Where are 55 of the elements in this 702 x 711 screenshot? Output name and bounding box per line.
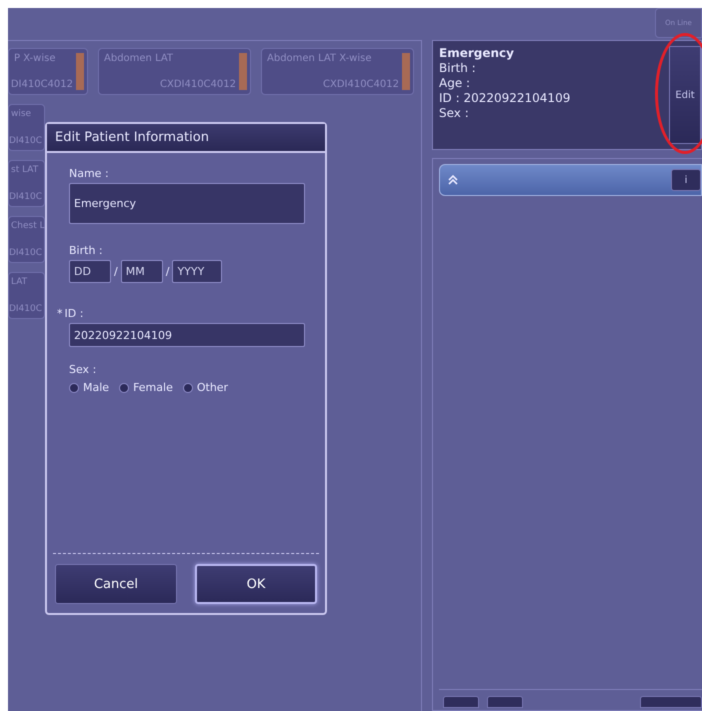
toolbar-button[interactable] xyxy=(640,696,702,708)
exam-name: st LAT xyxy=(11,165,40,175)
birth-date-field[interactable]: MM xyxy=(120,260,163,283)
birth-date-field[interactable]: YYYY xyxy=(172,260,222,283)
exam-name: Abdomen LAT X-wise xyxy=(267,53,372,64)
device-id: CXDI410C4012 xyxy=(160,79,236,90)
exam-tile[interactable]: LAT DI410C xyxy=(8,272,45,319)
double-chevron-up-icon[interactable] xyxy=(448,175,458,185)
status-bar-mark xyxy=(76,53,84,90)
device-id: DI410C xyxy=(8,248,42,258)
radio-button[interactable] xyxy=(182,382,193,392)
exam-tile[interactable]: Abdomen LAT CXDI410C4012 xyxy=(98,48,251,95)
radio-button[interactable] xyxy=(69,382,79,392)
radio-label: Other xyxy=(196,381,228,394)
exam-name: LAT xyxy=(11,277,28,287)
patient-name: Emergency xyxy=(439,46,515,61)
status-bar-mark xyxy=(402,53,410,90)
id-label: ID : xyxy=(64,307,84,320)
cancel-button[interactable]: Cancel xyxy=(55,564,177,604)
id-field[interactable]: 20220922104109 xyxy=(69,323,305,347)
toolbar-button[interactable] xyxy=(443,696,479,708)
exam-name: Abdomen LAT xyxy=(104,53,174,64)
patient-detail: ID : 20220922104109 xyxy=(439,91,572,106)
exam-tile[interactable]: st LAT DI410C xyxy=(8,160,45,207)
status-bar-mark xyxy=(239,53,247,90)
patient-detail: Birth : xyxy=(439,61,477,76)
dialog-title: Edit Patient Information xyxy=(47,124,325,153)
required-mark: * xyxy=(57,307,62,320)
sex-label: Sex : xyxy=(69,363,98,376)
ok-button[interactable]: OK xyxy=(195,564,317,604)
study-bar[interactable]: i xyxy=(439,164,702,196)
date-separator: / xyxy=(114,265,118,278)
name-label: Name : xyxy=(69,167,110,180)
device-id: DI410C xyxy=(8,304,42,314)
radio-button[interactable] xyxy=(119,382,130,392)
patient-detail: Sex : xyxy=(439,106,470,121)
name-field[interactable]: Emergency xyxy=(69,183,305,224)
exam-name: wise xyxy=(11,109,32,119)
device-id: CXDI410C4012 xyxy=(322,79,399,90)
exam-tile[interactable]: P X-wise DI410C4012 xyxy=(8,48,88,95)
birth-label: Birth : xyxy=(69,244,104,257)
toolbar-button[interactable] xyxy=(487,696,523,708)
edit-button[interactable]: Edit xyxy=(669,46,701,144)
radio-label: Male xyxy=(83,381,110,394)
info-button[interactable]: i xyxy=(671,169,701,191)
device-id: DI410C xyxy=(8,192,42,202)
radio-label: Female xyxy=(133,381,173,394)
device-id: DI410C xyxy=(8,136,42,146)
exam-tile[interactable]: Chest L DI410C xyxy=(8,216,45,263)
exam-name: P X-wise xyxy=(14,53,56,64)
device-id: DI410C4012 xyxy=(10,79,73,90)
birth-date-field[interactable]: DD xyxy=(69,260,111,283)
date-separator: / xyxy=(166,265,170,278)
patient-detail: Age : xyxy=(439,76,472,91)
exam-tile[interactable]: Abdomen LAT X-wise CXDI410C4012 xyxy=(261,48,414,95)
